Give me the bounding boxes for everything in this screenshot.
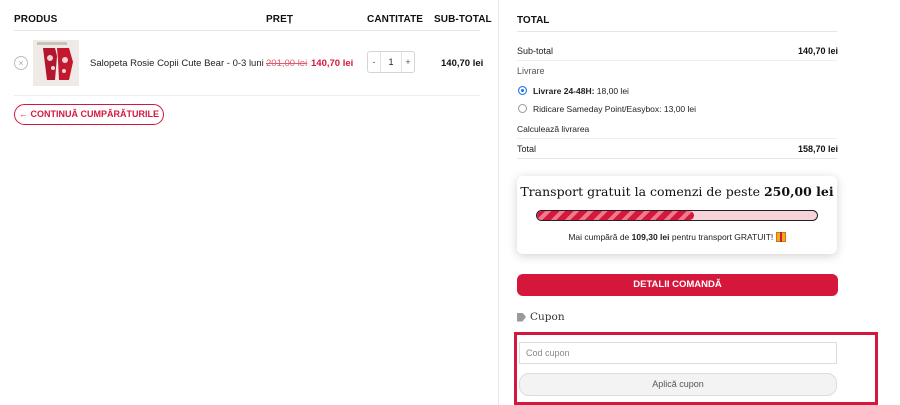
gift-icon <box>775 232 786 242</box>
totals-panel: TOTAL Sub-total 140,70 lei Livrare Livra… <box>499 0 900 405</box>
quantity-stepper: - 1 + <box>367 51 415 73</box>
calculate-shipping-link[interactable]: Calculează livrarea <box>517 124 589 134</box>
subtotal-value: 140,70 lei <box>797 46 838 56</box>
shipping-option-easybox[interactable]: Ridicare Sameday Point/Easybox: 13,00 le… <box>533 104 696 114</box>
column-subtotal-header: SUB-TOTAL <box>434 14 492 25</box>
remaining-prefix: Mai cumpără de <box>568 232 630 242</box>
tag-icon <box>517 312 526 322</box>
remaining-suffix: pentru transport GRATUIT! <box>671 232 774 242</box>
column-quantity-header: CANTITATE <box>367 14 424 25</box>
product-name-link[interactable]: Salopeta Rosie Copii Cute Bear - 0-3 lun… <box>90 58 264 69</box>
continue-shopping-button[interactable]: ← CONTINUĂ CUMPĂRĂTURILE <box>14 104 164 125</box>
row-divider <box>14 95 480 96</box>
shipping-option-express-price: 18,00 lei <box>596 86 629 96</box>
free-shipping-card: Transport gratuit la comenzi de peste 25… <box>517 176 837 254</box>
header-divider <box>14 30 480 31</box>
calculate-divider <box>517 138 837 139</box>
shipping-option-express-name: Livrare 24-48H: <box>533 86 595 96</box>
total-value: 158,70 lei <box>797 144 838 154</box>
shipping-option-radio-easybox[interactable] <box>518 104 527 113</box>
total-divider <box>517 158 837 159</box>
totals-title: TOTAL <box>517 15 550 26</box>
column-product-header: PRODUS <box>14 14 58 25</box>
subtotal-divider <box>517 60 837 61</box>
shipping-option-easybox-price: 13,00 lei <box>663 104 697 114</box>
product-thumbnail[interactable] <box>33 40 79 86</box>
old-price: 201,00 lei <box>266 58 308 69</box>
free-shipping-progress-bar <box>536 210 818 221</box>
remaining-amount: 109,30 lei <box>631 232 670 242</box>
free-shipping-headline-text: Transport gratuit la comenzi de peste <box>520 184 760 199</box>
free-shipping-headline: Transport gratuit la comenzi de peste 25… <box>517 184 837 199</box>
order-details-button[interactable]: DETALII COMANDĂ <box>517 274 838 296</box>
subtotal-label: Sub-total <box>517 46 554 56</box>
shipping-option-radio-express[interactable] <box>518 86 527 95</box>
column-price-header: PREȚ <box>266 14 294 25</box>
coupon-title: Cupon <box>530 311 565 323</box>
quantity-value[interactable]: 1 <box>380 52 402 72</box>
line-subtotal: 140,70 lei <box>441 58 484 69</box>
product-image-icon <box>33 40 79 86</box>
remove-item-icon[interactable]: × <box>14 56 28 70</box>
quantity-increase-button[interactable]: + <box>402 57 414 67</box>
coupon-code-input[interactable] <box>519 342 837 364</box>
shipping-label: Livrare <box>517 66 545 76</box>
shipping-option-easybox-name: Ridicare Sameday Point/Easybox: <box>533 104 662 114</box>
quantity-decrease-button[interactable]: - <box>368 57 380 67</box>
cart-panel: PRODUS PREȚ CANTITATE SUB-TOTAL × Salope… <box>0 0 498 405</box>
coupon-heading: Cupon <box>517 311 565 323</box>
free-shipping-remaining: Mai cumpără de 109,30 lei pentru transpo… <box>517 232 837 242</box>
current-price: 140,70 lei <box>311 58 354 69</box>
apply-coupon-button[interactable]: Aplică cupon <box>519 373 837 396</box>
free-shipping-progress-fill <box>537 211 694 220</box>
total-label: Total <box>517 144 537 154</box>
free-shipping-threshold: 250,00 lei <box>763 184 834 199</box>
shipping-option-express[interactable]: Livrare 24-48H: 18,00 lei <box>533 86 629 96</box>
totals-divider <box>517 31 837 32</box>
